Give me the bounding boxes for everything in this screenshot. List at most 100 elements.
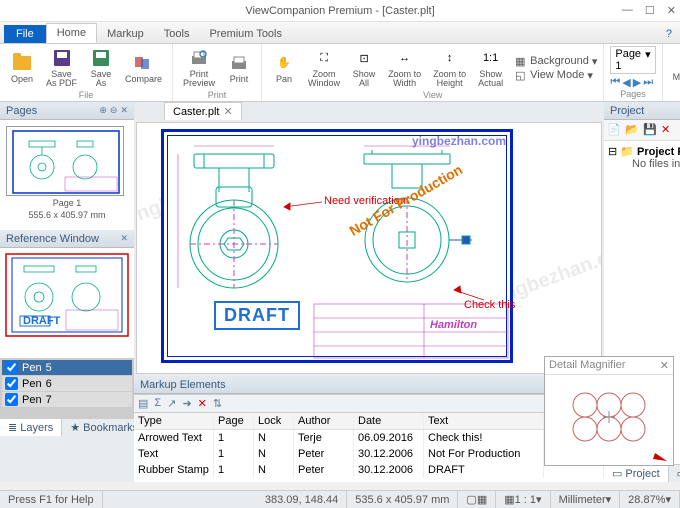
tree-root[interactable]: ⊟ 📁 Project Files xyxy=(608,145,680,158)
print-preview-button[interactable]: Print Preview xyxy=(179,46,219,90)
markup-panel: ▤ Σ ↗ ➜ ✕ ⇅ Type Page Lock Author Date T… xyxy=(134,394,604,482)
title-bar: ViewCompanion Premium - [Caster.plt] — ☐… xyxy=(0,0,680,22)
project-panel-header: Project ✕ xyxy=(604,102,680,120)
tab-tools[interactable]: Tools xyxy=(154,25,200,43)
ribbon: Open Save As PDF Save As Compare File Pr… xyxy=(0,44,680,102)
zoom-height-button[interactable]: ↕Zoom to Height xyxy=(429,46,470,90)
annotation-check: Check this! xyxy=(464,299,516,311)
open-button[interactable]: Open xyxy=(6,51,38,86)
pages-zoom-out-icon[interactable]: ⊖ xyxy=(110,105,118,116)
markup-goto-icon[interactable]: ➜ xyxy=(182,397,191,410)
close-tab-icon[interactable]: ✕ xyxy=(223,105,232,118)
drawing: Hamilton Need verification Check this! D… xyxy=(161,129,513,363)
pen-row[interactable]: Pen5 xyxy=(2,360,132,375)
tab-premium-tools[interactable]: Premium Tools xyxy=(199,25,292,43)
document-tab[interactable]: Caster.plt✕ xyxy=(164,102,242,120)
pen-checkbox[interactable] xyxy=(5,361,18,374)
next-page-icon[interactable]: ▶ xyxy=(633,76,641,89)
svg-text:DRAFT: DRAFT xyxy=(23,315,61,327)
close-button[interactable]: ✕ xyxy=(667,4,676,17)
markup-delete-icon[interactable]: ✕ xyxy=(198,397,207,410)
zoom-width-button[interactable]: ↔Zoom to Width xyxy=(384,46,425,90)
right-bottom-tabs: ▭Project ▭Markup Properties xyxy=(604,464,680,482)
window-controls: — ☐ ✕ xyxy=(622,4,676,17)
ref-close-icon[interactable]: ✕ xyxy=(120,233,128,244)
bookmark-icon: ★ xyxy=(70,421,80,434)
markup-row[interactable]: Text1NPeter30.12.2006Not For Production xyxy=(134,446,604,462)
markup-toolbar: ▤ Σ ↗ ➜ ✕ ⇅ xyxy=(134,395,604,413)
status-coords: 383.09, 148.44 xyxy=(257,491,347,508)
project-delete-icon[interactable]: ✕ xyxy=(661,123,675,137)
titleblock-brand: Hamilton xyxy=(430,319,477,331)
show-actual-button[interactable]: 1:1Show Actual xyxy=(474,46,507,90)
markup-filter-icon[interactable]: ▤ xyxy=(138,397,148,410)
tree-empty: No files in project xyxy=(608,158,680,170)
view-mode-button[interactable]: ◱View Mode▾ xyxy=(515,69,597,82)
markup-panel-header: Markup Elements ✕ xyxy=(134,376,604,394)
pen-row[interactable]: Pen6 xyxy=(2,376,132,391)
markup-sum-icon[interactable]: Σ xyxy=(154,397,161,410)
status-unit[interactable]: Millimeter ▾ xyxy=(551,491,621,508)
view-single-icon[interactable]: ▢ xyxy=(466,493,476,506)
last-page-icon[interactable]: ⏭ xyxy=(643,76,653,89)
compare-button[interactable]: Compare xyxy=(121,51,166,86)
project-open-icon[interactable]: 📂 xyxy=(625,123,639,137)
pages-close-icon[interactable]: ✕ xyxy=(120,105,128,116)
center-area: Caster.plt✕ yingbezhan.com yingbezhan.co… xyxy=(134,102,604,482)
project-toolbar: 📄 📂 💾 ✕ 🕘 xyxy=(604,120,680,141)
status-view-icons: ▢ ▦ xyxy=(458,491,496,508)
tab-home[interactable]: Home xyxy=(46,23,97,43)
status-zoom[interactable]: 28.87% ▾ xyxy=(620,491,680,508)
props-icon: ▭ xyxy=(677,467,680,480)
status-scale[interactable]: ▦ 1 : 1 ▾ xyxy=(496,491,550,508)
page-thumbnail[interactable] xyxy=(6,126,124,196)
zoom-window-button[interactable]: ⛶Zoom Window xyxy=(304,46,344,90)
tab-project[interactable]: ▭Project xyxy=(604,465,669,482)
maximize-button[interactable]: ☐ xyxy=(645,4,655,17)
tab-markup-properties[interactable]: ▭Markup Properties xyxy=(669,465,680,482)
show-all-button[interactable]: ⊡Show All xyxy=(348,46,380,90)
pages-body: Page 1 555.6 x 405.97 mm xyxy=(0,120,134,230)
minimize-button[interactable]: — xyxy=(622,4,633,17)
ribbon-tabs: File Home Markup Tools Premium Tools ? xyxy=(0,22,680,44)
background-button[interactable]: ▦Background▾ xyxy=(515,55,597,68)
prev-page-icon[interactable]: ◀ xyxy=(622,76,630,89)
project-save-icon[interactable]: 💾 xyxy=(643,123,657,137)
tab-markup[interactable]: Markup xyxy=(97,25,154,43)
tab-layers[interactable]: ≣Layers xyxy=(0,419,62,436)
markup-sort-icon[interactable]: ⇅ xyxy=(213,397,222,410)
pan-button[interactable]: ✋Pan xyxy=(268,51,300,86)
file-tab[interactable]: File xyxy=(4,25,46,43)
help-icon[interactable]: ? xyxy=(658,25,680,43)
layers-icon: ≣ xyxy=(8,421,17,434)
pages-zoom-in-icon[interactable]: ⊕ xyxy=(99,105,107,116)
left-panel: Pages ⊕⊖✕ Page 1 555.6 x 405.97 mm xyxy=(0,102,134,482)
markup-row[interactable]: Rubber Stamp1NPeter30.12.2006DRAFT xyxy=(134,462,604,478)
left-bottom-tabs: ≣Layers ★Bookmarks xyxy=(0,418,134,436)
markup-row[interactable]: Arrowed Text1NTerje06.09.2016Check this! xyxy=(134,430,604,446)
project-icon: ▭ xyxy=(612,467,622,480)
save-as-pdf-button[interactable]: Save As PDF xyxy=(42,46,81,90)
detail-close-icon[interactable]: ✕ xyxy=(660,359,669,372)
project-new-icon[interactable]: 📄 xyxy=(607,123,621,137)
print-button[interactable]: Print xyxy=(223,51,255,86)
pen-checkbox[interactable] xyxy=(5,393,18,406)
pen-list: Pen5 Pen6 Pen7 xyxy=(0,358,134,418)
markup-grid: Type Page Lock Author Date Text Distance… xyxy=(134,413,604,478)
pen-row[interactable]: Pen7 xyxy=(2,392,132,407)
pen-checkbox[interactable] xyxy=(5,377,18,390)
markup-export-icon[interactable]: ↗ xyxy=(167,397,176,410)
reference-body[interactable]: DRAFT xyxy=(0,248,134,358)
measure-button[interactable]: 📐Measure xyxy=(669,49,680,84)
document-tabs: Caster.plt✕ xyxy=(134,102,604,120)
first-page-icon[interactable]: ⏮ xyxy=(610,76,620,89)
save-as-button[interactable]: Save As xyxy=(85,46,117,90)
detail-magnifier[interactable]: Detail Magnifier✕ xyxy=(544,356,674,466)
pages-panel-header: Pages ⊕⊖✕ xyxy=(0,102,134,120)
reference-panel-header: Reference Window ✕ xyxy=(0,230,134,248)
page-dims: 555.6 x 405.97 mm xyxy=(6,210,128,220)
status-bar: Press F1 for Help 383.09, 148.44 535.6 x… xyxy=(0,490,680,508)
page-selector[interactable]: Page 1▾ xyxy=(610,46,655,74)
view-multi-icon[interactable]: ▦ xyxy=(477,493,487,506)
canvas[interactable]: yingbezhan.com yingbezhan.com xyxy=(136,122,602,374)
